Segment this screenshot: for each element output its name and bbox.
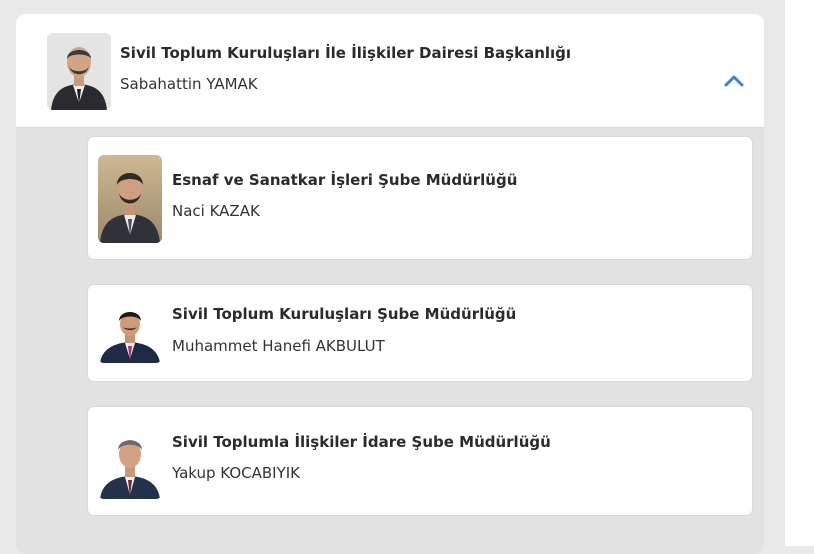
- branch-manager-photo: [98, 429, 162, 499]
- branch-manager-name: Muhammet Hanefi AKBULUT: [172, 337, 385, 355]
- department-accordion: Sivil Toplum Kuruluşları İle İlişkiler D…: [16, 14, 764, 554]
- branch-card[interactable]: Esnaf ve Sanatkar İşleri Şube Müdürlüğü …: [87, 136, 753, 260]
- department-head-photo: [47, 33, 111, 110]
- branch-card[interactable]: Sivil Toplum Kuruluşları Şube Müdürlüğü …: [87, 284, 753, 382]
- branch-manager-photo: [98, 305, 162, 363]
- chevron-up-icon[interactable]: [722, 70, 746, 92]
- branch-manager-name: Naci KAZAK: [172, 202, 260, 220]
- department-title: Sivil Toplum Kuruluşları İle İlişkiler D…: [120, 44, 572, 62]
- branch-title: Sivil Toplumla İlişkiler İdare Şube Müdü…: [172, 433, 551, 451]
- branch-title: Sivil Toplum Kuruluşları Şube Müdürlüğü: [172, 305, 517, 323]
- branch-card[interactable]: Sivil Toplumla İlişkiler İdare Şube Müdü…: [87, 406, 753, 516]
- branch-manager-photo: [98, 155, 162, 243]
- department-header[interactable]: Sivil Toplum Kuruluşları İle İlişkiler D…: [16, 14, 764, 128]
- department-head-name: Sabahattin YAMAK: [120, 75, 258, 93]
- branch-manager-name: Yakup KOCABIYIK: [172, 464, 301, 482]
- right-sidebar-strip: [785, 0, 814, 546]
- branch-title: Esnaf ve Sanatkar İşleri Şube Müdürlüğü: [172, 171, 518, 189]
